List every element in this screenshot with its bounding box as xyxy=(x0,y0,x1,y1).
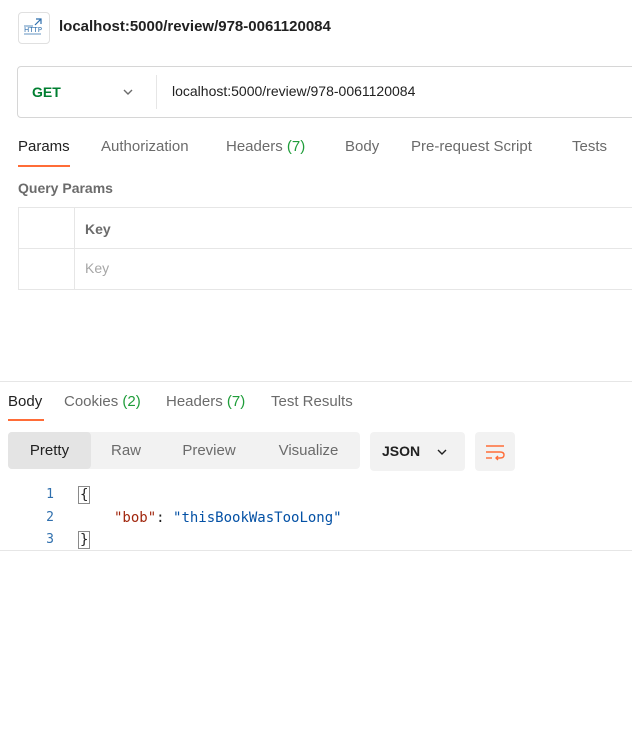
line-number: 1 xyxy=(46,487,54,502)
line-number: 2 xyxy=(46,510,54,525)
code-line: { xyxy=(78,486,91,504)
response-tab-cookies[interactable]: Cookies (2) xyxy=(64,392,141,412)
response-tab-headers[interactable]: Headers (7) xyxy=(166,392,245,412)
tab-label: Body xyxy=(345,138,380,155)
tab-count: (7) xyxy=(226,393,246,410)
wrap-lines-button[interactable] xyxy=(475,432,515,471)
url-divider xyxy=(156,75,157,109)
view-pretty-button[interactable]: Pretty xyxy=(8,432,91,469)
chevron-down-icon[interactable] xyxy=(120,84,136,100)
json-value: "thisBookWasTooLong" xyxy=(173,510,342,526)
tab-pre-request-script[interactable]: Pre-request Script xyxy=(411,137,532,157)
tab-label: Cookies xyxy=(64,393,119,410)
tab-label: Test Results xyxy=(271,393,353,410)
code-line: "bob": "thisBookWasTooLong" xyxy=(114,509,342,527)
tab-label: Tests xyxy=(572,138,608,155)
tab-count: (2) xyxy=(122,393,141,410)
tab-params[interactable]: Params xyxy=(18,137,70,157)
line-number: 3 xyxy=(46,532,54,547)
query-params-label: Query Params xyxy=(18,180,113,196)
tab-count: (7) xyxy=(286,138,306,155)
view-preview-button[interactable]: Preview xyxy=(161,432,257,469)
tab-label: Body xyxy=(8,393,43,410)
chevron-down-icon xyxy=(437,449,447,455)
tab-tests[interactable]: Tests xyxy=(572,137,607,157)
response-tab-test-results[interactable]: Test Results xyxy=(271,392,353,412)
tab-label: Headers xyxy=(166,393,223,410)
response-tab-body[interactable]: Body xyxy=(8,392,42,412)
tab-label: Params xyxy=(18,138,70,155)
tab-headers[interactable]: Headers (7) xyxy=(226,137,305,157)
tab-label: Authorization xyxy=(101,138,189,155)
tab-label: Pre-request Script xyxy=(411,138,532,155)
wrap-lines-icon xyxy=(486,444,505,460)
url-input[interactable] xyxy=(172,80,622,102)
format-label: JSON xyxy=(382,443,421,459)
tab-authorization[interactable]: Authorization xyxy=(101,137,189,157)
json-colon: : xyxy=(156,510,174,526)
key-input[interactable] xyxy=(85,258,385,278)
close-brace: } xyxy=(78,531,91,549)
http-icon: HTTP xyxy=(18,12,50,44)
method-selector[interactable]: GET xyxy=(32,82,61,102)
tab-label: Headers xyxy=(226,138,283,155)
view-visualize-button[interactable]: Visualize xyxy=(257,432,360,469)
code-line: } xyxy=(78,531,91,549)
response-divider xyxy=(0,381,632,382)
key-column-header: Key xyxy=(85,221,111,237)
page-title: localhost:5000/review/978-0061120084 xyxy=(59,18,331,35)
table-divider xyxy=(19,248,632,249)
view-raw-button[interactable]: Raw xyxy=(91,432,161,469)
tab-body[interactable]: Body xyxy=(345,137,379,157)
open-brace: { xyxy=(78,486,91,504)
json-key: "bob" xyxy=(114,510,157,526)
active-tab-underline xyxy=(18,165,70,167)
active-response-tab-underline xyxy=(8,419,44,421)
svg-text:HTTP: HTTP xyxy=(24,26,42,34)
